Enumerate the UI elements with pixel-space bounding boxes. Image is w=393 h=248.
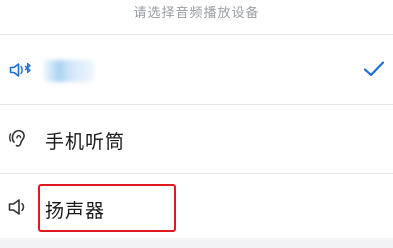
sheet-header: 请选择音频播放设备 <box>0 0 393 32</box>
highlight-annotation-box <box>38 184 176 232</box>
device-option-handset[interactable]: 手机听筒 <box>0 105 393 173</box>
bluetooth-device-name <box>44 60 94 82</box>
speaker-icon <box>8 198 34 216</box>
sheet-title: 请选择音频播放设备 <box>133 6 260 21</box>
ear-handset-icon <box>8 127 34 151</box>
divider <box>0 34 393 35</box>
bluetooth-speaker-icon <box>9 62 35 78</box>
device-option-bluetooth[interactable] <box>0 36 393 104</box>
device-label: 手机听筒 <box>45 131 126 153</box>
checkmark-icon <box>363 60 385 82</box>
